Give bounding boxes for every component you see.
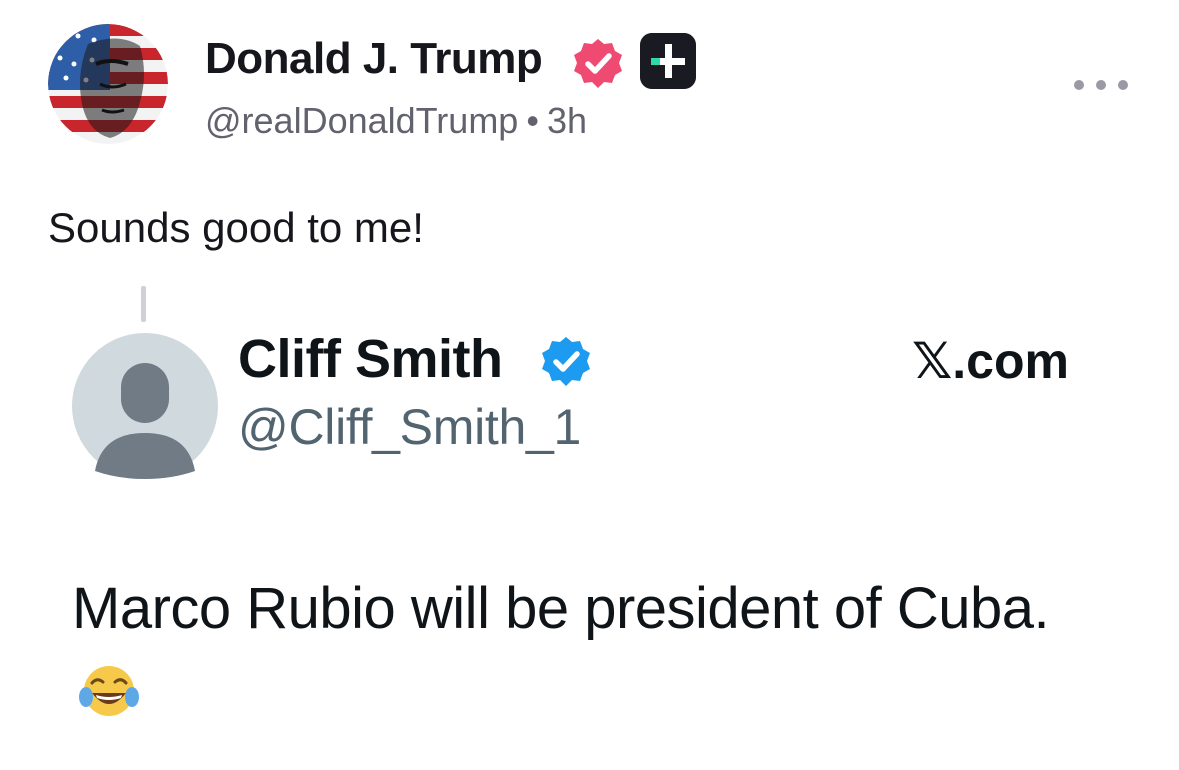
quote-connector (141, 286, 146, 322)
ellipsis-icon (1074, 80, 1084, 90)
plus-badge-icon (640, 33, 696, 89)
post-text: Sounds good to me! (48, 204, 424, 251)
author-avatar[interactable] (48, 24, 168, 144)
author-meta: @realDonaldTrump • 3h (205, 100, 587, 142)
post-time[interactable]: 3h (547, 100, 587, 141)
meta-separator: • (526, 100, 539, 141)
author-name[interactable]: Donald J. Trump (205, 34, 543, 84)
face-with-tears-of-joy-icon (79, 665, 139, 716)
ellipsis-dot (1118, 80, 1128, 90)
author-handle[interactable]: @realDonaldTrump (205, 100, 518, 141)
quoted-text: Marco Rubio will be president of Cuba. (72, 568, 1072, 732)
quoted-author-name: Cliff Smith (238, 329, 503, 389)
more-options-button[interactable] (1074, 70, 1128, 100)
quoted-author-handle: @Cliff_Smith_1 (238, 399, 581, 455)
quoted-text-body: Marco Rubio will be president of Cuba. (72, 576, 1050, 641)
flag-portrait-avatar (48, 24, 168, 144)
blue-check-icon (542, 337, 590, 386)
x-com-logo: 𝕏.com (912, 333, 1069, 389)
default-profile-icon (72, 333, 218, 479)
ellipsis-dot (1096, 80, 1106, 90)
verified-badge-icon (574, 39, 622, 88)
